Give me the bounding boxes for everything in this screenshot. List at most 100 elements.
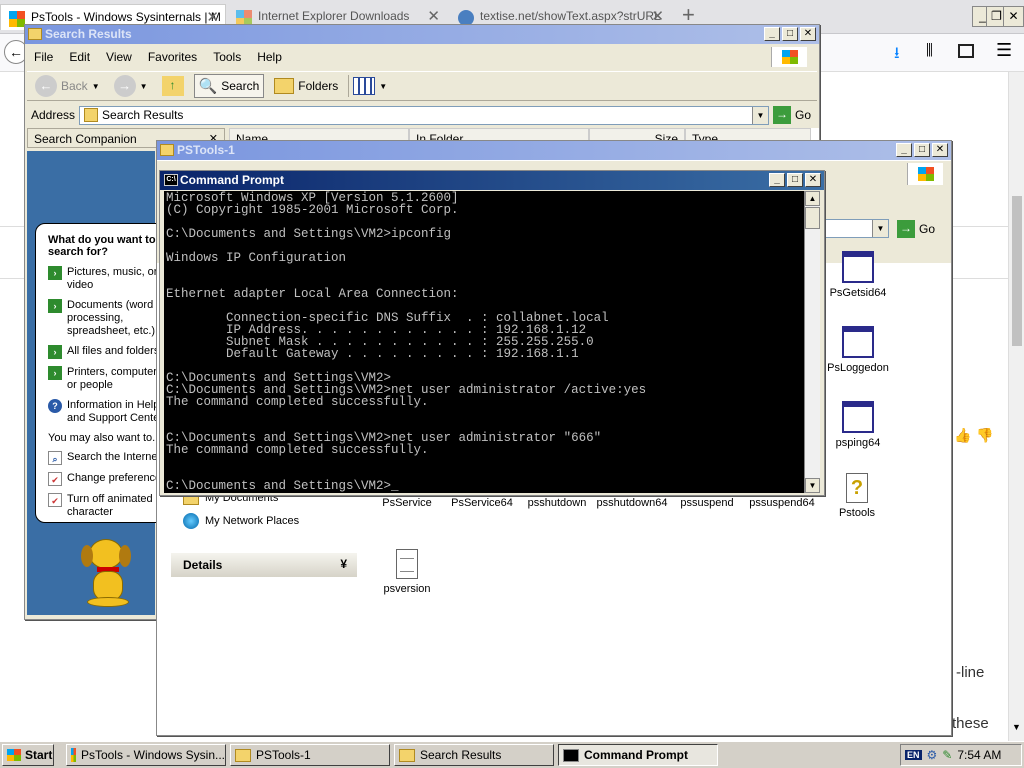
views-button[interactable]: ▼ bbox=[348, 75, 391, 97]
scroll-up-icon[interactable]: ▲ bbox=[805, 191, 820, 206]
menu-favorites[interactable]: Favorites bbox=[141, 48, 204, 66]
close-button[interactable]: ✕ bbox=[805, 173, 821, 187]
bubble-question: What do you want to search for? bbox=[48, 234, 156, 258]
thumbs-up-icon[interactable]: 👍 bbox=[954, 427, 971, 444]
back-arrow-icon: ← bbox=[35, 75, 57, 97]
chevron-down-icon[interactable]: ▼ bbox=[872, 220, 888, 237]
chevron-down-icon: ¥ bbox=[340, 557, 347, 571]
close-tab-icon[interactable]: ✕ bbox=[427, 7, 440, 25]
minimize-button[interactable]: _ bbox=[896, 143, 912, 157]
security-icon[interactable]: ✎ bbox=[942, 748, 952, 762]
forward-button[interactable]: → ▼ bbox=[110, 73, 152, 99]
help-file-icon: ? bbox=[846, 473, 868, 503]
file-item[interactable]: psversion bbox=[367, 549, 447, 595]
menu-icon[interactable]: ☰ bbox=[996, 40, 1012, 61]
menu-tools[interactable]: Tools bbox=[206, 48, 248, 66]
place-my-network-places[interactable]: My Network Places bbox=[183, 513, 299, 529]
taskbar-item-pstools-browser[interactable]: PsTools - Windows Sysin... bbox=[66, 744, 226, 766]
scroll-down-icon[interactable]: ▼ bbox=[805, 478, 820, 493]
file-item[interactable]: psping64 bbox=[818, 401, 898, 449]
command-prompt-icon bbox=[563, 748, 579, 762]
option-printers[interactable]: › Printers, computers, or people bbox=[48, 366, 168, 392]
thumbs-down-icon[interactable]: 👎 bbox=[976, 427, 993, 444]
maximize-button[interactable]: □ bbox=[787, 173, 803, 187]
option-search-internet[interactable]: ⌕ Search the Internet bbox=[48, 451, 168, 465]
console-output[interactable]: Microsoft Windows XP [Version 5.1.2600] … bbox=[164, 191, 804, 493]
close-tab-icon[interactable]: ✕ bbox=[651, 7, 664, 25]
library-icon[interactable]: ⫼ bbox=[926, 42, 933, 59]
clock[interactable]: 7:54 AM bbox=[957, 748, 1001, 762]
views-icon bbox=[353, 77, 376, 95]
language-indicator[interactable]: EN bbox=[905, 750, 922, 760]
option-change-preferences[interactable]: ✔ Change preferences bbox=[48, 472, 168, 486]
file-item[interactable]: ? Pstools bbox=[817, 473, 897, 519]
search-button[interactable]: 🔍 Search bbox=[193, 74, 265, 98]
minimize-button[interactable]: _ bbox=[764, 27, 780, 41]
close-button[interactable]: ✕ bbox=[800, 27, 816, 41]
minimize-button[interactable]: _ bbox=[769, 173, 785, 187]
scroll-down-icon[interactable]: ▼ bbox=[1012, 722, 1021, 732]
go-button[interactable]: → Go bbox=[897, 220, 941, 238]
page-scrollbar[interactable]: ▼ bbox=[1008, 72, 1024, 742]
option-pictures[interactable]: › Pictures, music, or video bbox=[48, 266, 168, 292]
scrollbar-thumb[interactable] bbox=[1012, 196, 1022, 346]
application-window-icon bbox=[842, 251, 874, 283]
windows-logo-icon bbox=[9, 11, 25, 27]
folder-icon bbox=[235, 748, 251, 762]
menu-file[interactable]: File bbox=[27, 48, 60, 66]
menu-bar: File Edit View Favorites Tools Help bbox=[27, 47, 817, 67]
command-prompt-titlebar[interactable]: C:\ Command Prompt _ □ ✕ bbox=[160, 171, 824, 190]
search-results-titlebar[interactable]: Search Results _ □ ✕ bbox=[25, 25, 819, 44]
application-window-icon bbox=[842, 401, 874, 433]
file-item[interactable]: PsService64 bbox=[442, 497, 522, 509]
close-icon[interactable]: ✕ bbox=[1003, 6, 1024, 27]
taskbar-item-pstools-folder[interactable]: PSTools-1 bbox=[230, 744, 390, 766]
text-document-icon bbox=[396, 549, 418, 579]
maximize-button[interactable]: □ bbox=[782, 27, 798, 41]
page-text: these bbox=[952, 715, 989, 732]
file-item[interactable]: PsService bbox=[367, 497, 447, 509]
menu-help[interactable]: Help bbox=[250, 48, 289, 66]
sidebar-icon[interactable] bbox=[958, 44, 974, 58]
menu-edit[interactable]: Edit bbox=[62, 48, 97, 66]
menu-view[interactable]: View bbox=[99, 48, 139, 66]
pstools-titlebar[interactable]: PSTools-1 _ □ ✕ bbox=[157, 141, 951, 160]
up-folder-button[interactable]: ↑ bbox=[158, 74, 188, 98]
file-item[interactable]: psshutdown64 bbox=[592, 497, 672, 509]
go-arrow-icon: → bbox=[772, 106, 791, 124]
chevron-down-icon: ▼ bbox=[139, 81, 148, 91]
console-scrollbar[interactable]: ▲ ▼ bbox=[804, 191, 820, 493]
close-button[interactable]: ✕ bbox=[932, 143, 948, 157]
search-folder-icon bbox=[84, 108, 99, 122]
option-turn-off-character[interactable]: ✔ Turn off animated character bbox=[48, 493, 168, 519]
folders-button[interactable]: Folders bbox=[270, 76, 342, 96]
taskbar-item-search-results[interactable]: Search Results bbox=[394, 744, 554, 766]
search-internet-icon: ⌕ bbox=[48, 451, 62, 465]
application-window-icon bbox=[842, 326, 874, 358]
file-item[interactable]: psshutdown bbox=[517, 497, 597, 509]
file-item[interactable]: PsGetsid64 bbox=[818, 251, 898, 299]
file-item[interactable]: PsLoggedon bbox=[818, 326, 898, 374]
details-panel-header[interactable]: Details ¥ bbox=[171, 553, 357, 577]
option-help[interactable]: ? Information in Help and Support Center bbox=[48, 399, 168, 425]
option-all-files[interactable]: › All files and folders bbox=[48, 345, 168, 359]
start-button[interactable]: Start bbox=[2, 744, 54, 766]
file-item[interactable]: pssuspend64 bbox=[742, 497, 822, 509]
chevron-down-icon: ▼ bbox=[91, 81, 100, 91]
taskbar-item-command-prompt[interactable]: Command Prompt bbox=[558, 744, 718, 766]
file-item[interactable]: pssuspend bbox=[667, 497, 747, 509]
download-icon[interactable]: ⭳ bbox=[894, 42, 900, 69]
folder-icon bbox=[160, 144, 174, 156]
option-documents[interactable]: › Documents (word processing, spreadsheet… bbox=[48, 299, 168, 338]
maximize-button[interactable]: □ bbox=[914, 143, 930, 157]
chevron-down-icon[interactable]: ▼ bbox=[751, 106, 768, 124]
go-button[interactable]: → Go bbox=[772, 106, 817, 124]
address-input[interactable]: Search Results ▼ bbox=[79, 105, 769, 125]
browser-icon bbox=[71, 748, 76, 762]
network-icon[interactable]: ⚙ bbox=[927, 748, 938, 762]
back-button[interactable]: ← Back ▼ bbox=[31, 73, 104, 99]
scrollbar-thumb[interactable] bbox=[805, 207, 820, 229]
search-dog-character-icon[interactable] bbox=[79, 539, 135, 609]
pstools-address-input[interactable]: ▼ bbox=[821, 219, 889, 238]
system-tray: EN ⚙ ✎ 7:54 AM bbox=[900, 744, 1022, 766]
